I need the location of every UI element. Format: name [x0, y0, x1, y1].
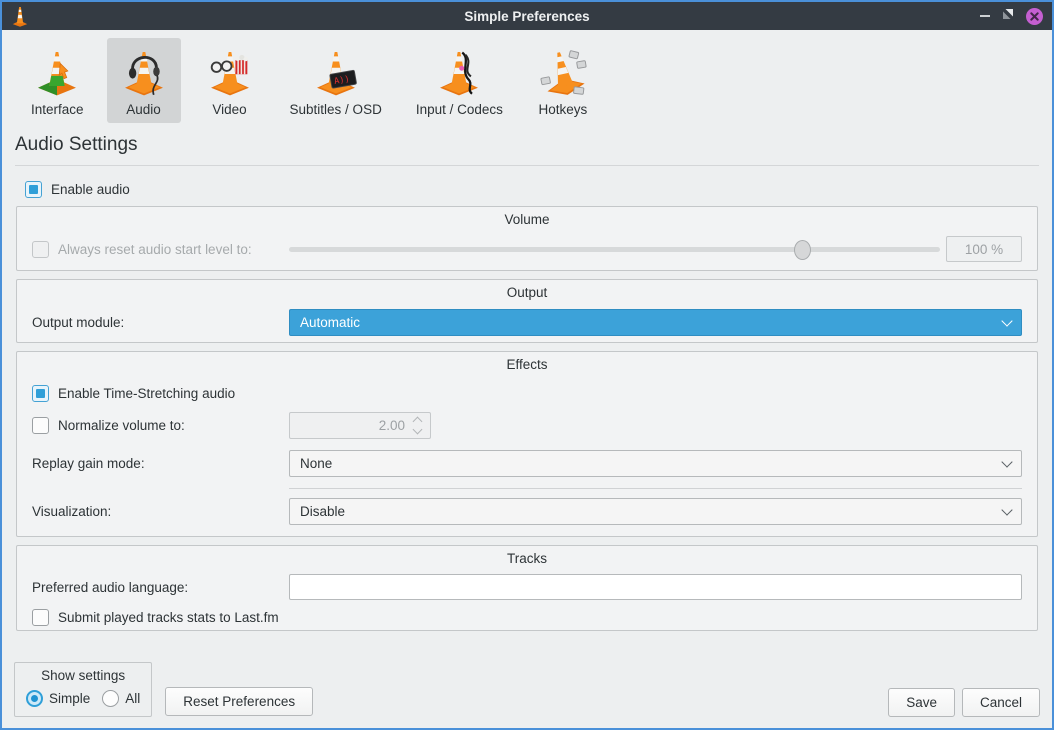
lastfm-label[interactable]: Submit played tracks stats to Last.fm [58, 610, 279, 625]
radio-all-option[interactable]: All [102, 690, 140, 707]
effects-groupbox: Effects Enable Time-Stretching audio Nor… [16, 351, 1038, 537]
tracks-group-title: Tracks [32, 551, 1022, 566]
volume-spinbox[interactable]: 100 % [946, 236, 1022, 262]
tracks-groupbox: Tracks Preferred audio language: Submit … [16, 545, 1038, 631]
vlc-cone-input-icon [433, 45, 485, 97]
tab-audio[interactable]: Audio [107, 38, 181, 123]
tab-label: Input / Codecs [416, 102, 503, 117]
maximize-icon [1002, 8, 1014, 20]
radio-all[interactable] [102, 690, 119, 707]
vlc-app-icon [11, 5, 29, 27]
tab-subtitles-osd[interactable]: A)) Subtitles / OSD [279, 38, 393, 123]
tab-label: Audio [126, 102, 161, 117]
tab-label: Hotkeys [539, 102, 588, 117]
volume-group-title: Volume [32, 212, 1022, 227]
volume-slider[interactable] [289, 239, 940, 260]
replay-gain-combobox[interactable]: None [289, 450, 1022, 477]
enable-audio-row: Enable audio [25, 181, 1052, 198]
vlc-cone-interface-icon [31, 45, 83, 97]
always-reset-label: Always reset audio start level to: [58, 242, 252, 257]
save-button[interactable]: Save [888, 688, 955, 717]
output-module-value: Automatic [300, 315, 360, 330]
lastfm-checkbox[interactable] [32, 609, 49, 626]
tab-video[interactable]: Video [193, 38, 267, 123]
radio-simple-option[interactable]: Simple [26, 690, 90, 707]
output-group-title: Output [32, 285, 1022, 300]
radio-simple-label[interactable]: Simple [49, 691, 90, 706]
category-toolbar: Interface Audio [2, 30, 1052, 123]
always-reset-checkbox[interactable] [32, 241, 49, 258]
time-stretch-checkbox[interactable] [32, 385, 49, 402]
volume-slider-handle[interactable] [794, 240, 811, 260]
close-icon [1030, 12, 1039, 21]
tab-input-codecs[interactable]: Input / Codecs [405, 38, 514, 123]
preferred-language-input[interactable] [289, 574, 1022, 600]
enable-audio-checkbox[interactable] [25, 181, 42, 198]
output-module-combobox[interactable]: Automatic [289, 309, 1022, 336]
vlc-cone-hotkeys-icon [537, 45, 589, 97]
footer: Show settings Simple All Reset Preferenc… [14, 662, 1040, 717]
show-settings-groupbox: Show settings Simple All [14, 662, 152, 717]
dialog-body: Interface Audio [2, 30, 1052, 728]
minimize-icon [980, 15, 990, 17]
cancel-button[interactable]: Cancel [962, 688, 1040, 717]
tab-interface[interactable]: Interface [20, 38, 95, 123]
chevron-down-icon [1001, 315, 1012, 326]
volume-slider-track [289, 247, 940, 252]
normalize-volume-label[interactable]: Normalize volume to: [58, 418, 185, 433]
spin-down-icon[interactable] [413, 425, 423, 435]
normalize-volume-checkbox[interactable] [32, 417, 49, 434]
replay-gain-value: None [300, 456, 332, 471]
enable-audio-label[interactable]: Enable audio [51, 182, 130, 197]
preferences-window: Simple Preferences [0, 0, 1054, 730]
window-title: Simple Preferences [2, 9, 1052, 24]
volume-spinbox-value: 100 % [965, 242, 1003, 257]
vlc-cone-video-icon [204, 45, 256, 97]
volume-groupbox: Volume Always reset audio start level to… [16, 206, 1038, 271]
visualization-label: Visualization: [32, 504, 289, 519]
tab-label: Subtitles / OSD [290, 102, 382, 117]
output-groupbox: Output Output module: Automatic [16, 279, 1038, 343]
minimize-button[interactable] [980, 8, 990, 25]
reset-preferences-button[interactable]: Reset Preferences [165, 687, 313, 716]
effects-group-title: Effects [32, 357, 1022, 372]
replay-gain-label: Replay gain mode: [32, 456, 289, 471]
visualization-value: Disable [300, 504, 345, 519]
normalize-spinbox[interactable]: 2.00 [289, 412, 431, 439]
tab-label: Video [212, 102, 246, 117]
radio-all-label[interactable]: All [125, 691, 140, 706]
effects-separator [289, 488, 1022, 489]
vlc-cone-audio-icon [118, 45, 170, 97]
vlc-cone-subtitles-icon: A)) [310, 45, 362, 97]
maximize-button[interactable] [1002, 7, 1014, 25]
normalize-spinbox-value: 2.00 [379, 418, 405, 433]
time-stretch-label[interactable]: Enable Time-Stretching audio [58, 386, 235, 401]
chevron-down-icon [1001, 456, 1012, 467]
titlebar: Simple Preferences [2, 2, 1052, 30]
visualization-combobox[interactable]: Disable [289, 498, 1022, 525]
radio-simple[interactable] [26, 690, 43, 707]
page-title: Audio Settings [15, 134, 1052, 156]
close-button[interactable] [1026, 8, 1043, 25]
chevron-down-icon [1001, 504, 1012, 515]
show-settings-title: Show settings [26, 668, 140, 683]
output-module-label: Output module: [32, 315, 289, 330]
tab-label: Interface [31, 102, 84, 117]
title-divider [15, 165, 1039, 166]
preferred-language-label: Preferred audio language: [32, 580, 289, 595]
tab-hotkeys[interactable]: Hotkeys [526, 38, 600, 123]
